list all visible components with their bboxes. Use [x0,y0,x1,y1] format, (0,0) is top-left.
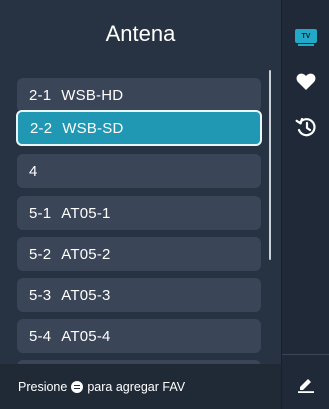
channel-item-4[interactable]: 4 [17,154,261,188]
sidebar-divider [282,354,329,355]
channel-number: 5-2 [29,245,52,263]
channel-list-panel: Antena 2-1 WSB-HD 2-2 WSB-SD 4 5-1 AT05-… [0,0,329,409]
channel-item-5-1[interactable]: 5-1 AT05-1 [17,196,261,230]
tv-icon: TV [295,29,317,46]
channel-item-5-4[interactable]: 5-4 AT05-4 [17,319,261,353]
edit-button[interactable] [282,372,329,396]
channel-name: AT05-4 [61,327,111,345]
scrollbar[interactable] [269,70,271,260]
channel-number: 5-4 [29,327,52,345]
channel-name: AT05-1 [61,204,111,222]
footer-hint: Presione para agregar FAV [0,364,281,409]
footer-prefix: Presione [18,379,68,394]
channel-item-5-3[interactable]: 5-3 AT05-3 [17,278,261,312]
channel-item-2-2[interactable]: 2-2 WSB-SD [16,110,262,146]
channel-number: 2-2 [30,119,53,137]
edit-icon [298,379,314,393]
channel-number: 2-1 [29,86,52,104]
heart-icon [296,73,316,90]
history-button[interactable] [282,114,329,140]
channel-number: 5-1 [29,204,52,222]
channel-name: WSB-HD [61,86,124,104]
footer-suffix: para agregar FAV [87,379,186,394]
favorites-button[interactable] [282,70,329,94]
sidebar: TV [281,0,329,409]
page-title: Antena [105,21,176,46]
channel-name: AT05-2 [61,245,111,263]
channel-list-main: Antena 2-1 WSB-HD 2-2 WSB-SD 4 5-1 AT05-… [0,0,281,409]
tv-source-button[interactable]: TV [282,26,329,46]
channel-list[interactable]: 2-1 WSB-HD 2-2 WSB-SD 4 5-1 AT05-1 5-2 A… [0,68,281,364]
channel-number: 4 [29,162,38,180]
channel-name: WSB-SD [62,119,124,137]
channel-number: 5-3 [29,286,52,304]
history-icon [295,117,316,137]
tv-badge-label: TV [301,32,311,40]
channel-item-2-1[interactable]: 2-1 WSB-HD [17,78,261,112]
channel-name: AT05-3 [61,286,111,304]
channel-item-5-2[interactable]: 5-2 AT05-2 [17,237,261,271]
menu-button-icon [71,380,84,393]
